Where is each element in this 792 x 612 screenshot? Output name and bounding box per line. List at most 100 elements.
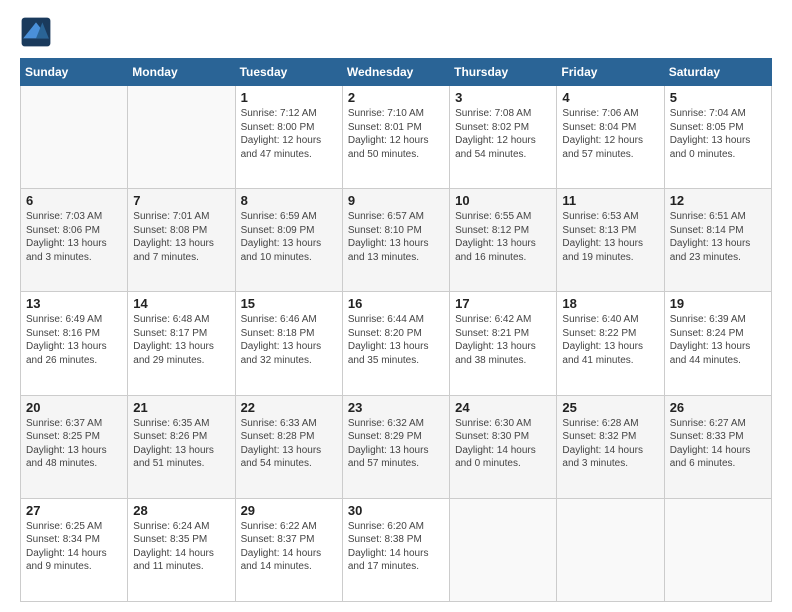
cell-text: Sunrise: 6:48 AM Sunset: 8:17 PM Dayligh…	[133, 313, 229, 367]
day-number: 17	[455, 296, 551, 311]
calendar-cell: 17 Sunrise: 6:42 AM Sunset: 8:21 PM Dayli…	[450, 292, 557, 395]
day-number: 3	[455, 90, 551, 105]
calendar-cell: 26Sunrise: 6:27 AM Sunset: 8:33 PM Dayli…	[664, 395, 771, 498]
week-row-4: 27Sunrise: 6:25 AM Sunset: 8:34 PM Dayli…	[21, 498, 772, 601]
calendar-cell: 7 Sunrise: 7:01 AM Sunset: 8:08 PM Daylig…	[128, 189, 235, 292]
cell-text: Sunrise: 7:12 AM Sunset: 8:00 PM Dayligh…	[241, 107, 337, 161]
cell-text: Sunrise: 7:03 AM Sunset: 8:06 PM Dayligh…	[26, 210, 122, 264]
calendar-cell	[557, 498, 664, 601]
cell-text: Sunrise: 6:59 AM Sunset: 8:09 PM Dayligh…	[241, 210, 337, 264]
weekday-header-saturday: Saturday	[664, 59, 771, 86]
cell-text: Sunrise: 6:22 AM Sunset: 8:37 PM Dayligh…	[241, 520, 337, 574]
week-row-1: 6 Sunrise: 7:03 AM Sunset: 8:06 PM Daylig…	[21, 189, 772, 292]
cell-text: Sunrise: 6:57 AM Sunset: 8:10 PM Dayligh…	[348, 210, 444, 264]
calendar-cell: 3 Sunrise: 7:08 AM Sunset: 8:02 PM Daylig…	[450, 86, 557, 189]
calendar-cell: 8 Sunrise: 6:59 AM Sunset: 8:09 PM Daylig…	[235, 189, 342, 292]
cell-text: Sunrise: 6:33 AM Sunset: 8:28 PM Dayligh…	[241, 417, 337, 471]
day-number: 10	[455, 193, 551, 208]
cell-text: Sunrise: 6:32 AM Sunset: 8:29 PM Dayligh…	[348, 417, 444, 471]
day-number: 22	[241, 400, 337, 415]
calendar-cell: 16Sunrise: 6:44 AM Sunset: 8:20 PM Dayli…	[342, 292, 449, 395]
cell-text: Sunrise: 6:30 AM Sunset: 8:30 PM Dayligh…	[455, 417, 551, 471]
calendar-cell: 11Sunrise: 6:53 AM Sunset: 8:13 PM Dayli…	[557, 189, 664, 292]
day-number: 30	[348, 503, 444, 518]
calendar-cell	[450, 498, 557, 601]
day-number: 8	[241, 193, 337, 208]
calendar-cell: 9 Sunrise: 6:57 AM Sunset: 8:10 PM Daylig…	[342, 189, 449, 292]
calendar-cell: 5Sunrise: 7:04 AM Sunset: 8:05 PM Daylig…	[664, 86, 771, 189]
day-number: 9	[348, 193, 444, 208]
calendar-cell	[664, 498, 771, 601]
day-number: 14	[133, 296, 229, 311]
day-number: 2	[348, 90, 444, 105]
calendar-cell: 13 Sunrise: 6:49 AM Sunset: 8:16 PM Dayli…	[21, 292, 128, 395]
weekday-header-sunday: Sunday	[21, 59, 128, 86]
calendar-cell: 23 Sunrise: 6:32 AM Sunset: 8:29 PM Dayli…	[342, 395, 449, 498]
day-number: 6	[26, 193, 122, 208]
calendar-cell: 15 Sunrise: 6:46 AM Sunset: 8:18 PM Dayli…	[235, 292, 342, 395]
day-number: 24	[455, 400, 551, 415]
calendar-cell: 30 Sunrise: 6:20 AM Sunset: 8:38 PM Dayli…	[342, 498, 449, 601]
calendar-cell: 24 Sunrise: 6:30 AM Sunset: 8:30 PM Dayli…	[450, 395, 557, 498]
cell-text: Sunrise: 6:35 AM Sunset: 8:26 PM Dayligh…	[133, 417, 229, 471]
day-number: 15	[241, 296, 337, 311]
cell-text: Sunrise: 7:01 AM Sunset: 8:08 PM Dayligh…	[133, 210, 229, 264]
cell-text: Sunrise: 6:28 AM Sunset: 8:32 PM Dayligh…	[562, 417, 658, 471]
weekday-header-friday: Friday	[557, 59, 664, 86]
calendar-cell: 19 Sunrise: 6:39 AM Sunset: 8:24 PM Dayli…	[664, 292, 771, 395]
day-number: 7	[133, 193, 229, 208]
weekday-header-wednesday: Wednesday	[342, 59, 449, 86]
calendar-table: SundayMondayTuesdayWednesdayThursdayFrid…	[20, 58, 772, 602]
weekday-header-row: SundayMondayTuesdayWednesdayThursdayFrid…	[21, 59, 772, 86]
calendar-cell: 10Sunrise: 6:55 AM Sunset: 8:12 PM Dayli…	[450, 189, 557, 292]
day-number: 19	[670, 296, 766, 311]
day-number: 12	[670, 193, 766, 208]
calendar-cell	[21, 86, 128, 189]
calendar-cell: 21 Sunrise: 6:35 AM Sunset: 8:26 PM Dayli…	[128, 395, 235, 498]
logo-icon	[20, 16, 52, 48]
day-number: 26	[670, 400, 766, 415]
day-number: 4	[562, 90, 658, 105]
cell-text: Sunrise: 7:06 AM Sunset: 8:04 PM Dayligh…	[562, 107, 658, 161]
week-row-0: 1Sunrise: 7:12 AM Sunset: 8:00 PM Daylig…	[21, 86, 772, 189]
calendar-cell: 4 Sunrise: 7:06 AM Sunset: 8:04 PM Daylig…	[557, 86, 664, 189]
day-number: 20	[26, 400, 122, 415]
day-number: 29	[241, 503, 337, 518]
calendar-cell: 6 Sunrise: 7:03 AM Sunset: 8:06 PM Daylig…	[21, 189, 128, 292]
cell-text: Sunrise: 6:51 AM Sunset: 8:14 PM Dayligh…	[670, 210, 766, 264]
cell-text: Sunrise: 6:39 AM Sunset: 8:24 PM Dayligh…	[670, 313, 766, 367]
cell-text: Sunrise: 6:25 AM Sunset: 8:34 PM Dayligh…	[26, 520, 122, 574]
calendar-cell: 27Sunrise: 6:25 AM Sunset: 8:34 PM Dayli…	[21, 498, 128, 601]
cell-text: Sunrise: 7:04 AM Sunset: 8:05 PM Dayligh…	[670, 107, 766, 161]
calendar-cell: 22 Sunrise: 6:33 AM Sunset: 8:28 PM Dayli…	[235, 395, 342, 498]
calendar-cell: 28Sunrise: 6:24 AM Sunset: 8:35 PM Dayli…	[128, 498, 235, 601]
week-row-2: 13 Sunrise: 6:49 AM Sunset: 8:16 PM Dayli…	[21, 292, 772, 395]
day-number: 13	[26, 296, 122, 311]
cell-text: Sunrise: 6:20 AM Sunset: 8:38 PM Dayligh…	[348, 520, 444, 574]
cell-text: Sunrise: 6:40 AM Sunset: 8:22 PM Dayligh…	[562, 313, 658, 367]
day-number: 23	[348, 400, 444, 415]
day-number: 11	[562, 193, 658, 208]
page: SundayMondayTuesdayWednesdayThursdayFrid…	[0, 0, 792, 612]
weekday-header-monday: Monday	[128, 59, 235, 86]
day-number: 18	[562, 296, 658, 311]
logo	[20, 16, 56, 48]
day-number: 25	[562, 400, 658, 415]
weekday-header-tuesday: Tuesday	[235, 59, 342, 86]
cell-text: Sunrise: 7:08 AM Sunset: 8:02 PM Dayligh…	[455, 107, 551, 161]
cell-text: Sunrise: 6:37 AM Sunset: 8:25 PM Dayligh…	[26, 417, 122, 471]
weekday-header-thursday: Thursday	[450, 59, 557, 86]
calendar-cell: 18 Sunrise: 6:40 AM Sunset: 8:22 PM Dayli…	[557, 292, 664, 395]
day-number: 21	[133, 400, 229, 415]
cell-text: Sunrise: 6:49 AM Sunset: 8:16 PM Dayligh…	[26, 313, 122, 367]
day-number: 16	[348, 296, 444, 311]
calendar-cell: 2 Sunrise: 7:10 AM Sunset: 8:01 PM Daylig…	[342, 86, 449, 189]
header	[20, 16, 772, 48]
cell-text: Sunrise: 6:42 AM Sunset: 8:21 PM Dayligh…	[455, 313, 551, 367]
cell-text: Sunrise: 6:24 AM Sunset: 8:35 PM Dayligh…	[133, 520, 229, 574]
calendar-cell: 12 Sunrise: 6:51 AM Sunset: 8:14 PM Dayli…	[664, 189, 771, 292]
calendar-cell: 14 Sunrise: 6:48 AM Sunset: 8:17 PM Dayli…	[128, 292, 235, 395]
cell-text: Sunrise: 6:46 AM Sunset: 8:18 PM Dayligh…	[241, 313, 337, 367]
calendar-cell: 20 Sunrise: 6:37 AM Sunset: 8:25 PM Dayli…	[21, 395, 128, 498]
cell-text: Sunrise: 7:10 AM Sunset: 8:01 PM Dayligh…	[348, 107, 444, 161]
